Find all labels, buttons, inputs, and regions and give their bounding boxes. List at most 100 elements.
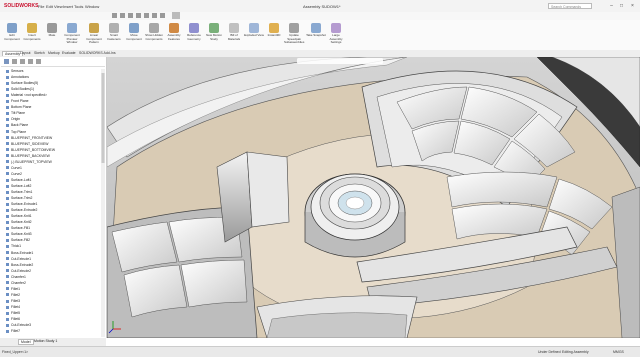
menu-insert[interactable]: Insert <box>63 4 73 9</box>
tree-item[interactable]: Fillet6 <box>6 317 20 321</box>
tree-item-label: Fillet3 <box>11 298 21 303</box>
tab-addins[interactable]: SOLIDWORKS Add-Ins <box>77 51 118 55</box>
status-selection: Fixed_Upper<1> <box>2 350 29 354</box>
feature-icon <box>6 99 9 103</box>
maximize-button[interactable]: □ <box>617 2 626 10</box>
status-bar: Fixed_Upper<1> Under Defined Editing Ass… <box>0 346 640 357</box>
close-button[interactable]: × <box>628 2 637 10</box>
graphics-area[interactable] <box>107 57 640 338</box>
tree-item[interactable]: Surface-Fill1 <box>6 226 30 230</box>
tree-item[interactable]: Solid Bodies(1) <box>6 87 34 91</box>
tree-item[interactable]: Surface-Extrude2 <box>6 208 37 212</box>
tree-item[interactable]: Surface-Loft1 <box>6 178 31 182</box>
tree-item[interactable]: Surface-Knit3 <box>6 232 32 236</box>
tree-toolbar <box>1 58 105 67</box>
instant3d-button[interactable]: Instant3D <box>264 23 284 49</box>
feature-icon <box>6 166 9 170</box>
tree-item[interactable]: Fillet1 <box>6 287 20 291</box>
feature-icon <box>6 124 9 128</box>
tree-item[interactable]: Surface-Knit1 <box>6 214 32 218</box>
tree-item[interactable]: Back Plane <box>6 123 28 127</box>
tree-item[interactable]: Fillet4 <box>6 305 20 309</box>
command-manager-ribbon: Edit Component Insert Components Mate Co… <box>0 20 640 51</box>
tree-item[interactable]: Sensors <box>6 69 23 73</box>
tree-item[interactable]: Cut-Extrude2 <box>6 269 31 273</box>
take-snapshot-button[interactable]: Take Snapshot <box>306 23 326 49</box>
tree-item[interactable]: Material <not specified> <box>6 93 47 97</box>
tree-item[interactable]: Surface-Loft2 <box>6 184 31 188</box>
tree-item[interactable]: Chamfer2 <box>6 281 26 285</box>
edit-component-button[interactable]: Edit Component <box>2 23 22 49</box>
smart-fasteners-button[interactable]: Smart Fasteners <box>104 23 124 49</box>
tree-item[interactable]: Top Plane <box>6 130 26 134</box>
bill-of-materials-button[interactable]: Bill of Materials <box>224 23 244 49</box>
3d-model-view[interactable] <box>107 57 640 338</box>
mate-button[interactable]: Mate <box>42 23 62 49</box>
tree-item[interactable]: Cut-Extrude3 <box>6 323 31 327</box>
menu-edit[interactable]: Edit <box>46 4 53 9</box>
tab-evaluate[interactable]: Evaluate <box>60 51 78 55</box>
tree-item[interactable]: BLUEPRINT_SIDEVIEW <box>6 142 49 146</box>
show-hidden-button[interactable]: Show Hidden Components <box>144 23 164 49</box>
component-preview-button[interactable]: Component Preview Window <box>62 23 82 49</box>
tree-item[interactable]: Boss-Extrude1 <box>6 251 33 255</box>
insert-components-icon <box>27 23 37 33</box>
move-component-button[interactable]: Move Component <box>124 23 144 49</box>
status-units[interactable]: MMGS <box>613 350 624 354</box>
tree-item[interactable]: Surface-Extrude1 <box>6 202 37 206</box>
insert-components-button[interactable]: Insert Components <box>22 23 42 49</box>
configuration-manager-icon <box>20 59 25 64</box>
quick-access-icons[interactable] <box>0 12 640 20</box>
tree-item[interactable]: Surface Bodies(5) <box>6 81 38 85</box>
tree-item[interactable]: Boss-Extrude2 <box>6 263 33 267</box>
tree-item[interactable]: Origin <box>6 117 20 121</box>
minimize-button[interactable]: – <box>607 2 616 10</box>
tree-item[interactable]: Bottom Plane <box>6 105 31 109</box>
tree-item-label: Cut-Extrude3 <box>11 323 31 328</box>
tree-item[interactable]: BLUEPRINT_FRONTVIEW <box>6 136 52 140</box>
new-motion-study-button[interactable]: New Motion Study <box>204 23 224 49</box>
tree-item-label: Fillet4 <box>11 304 21 309</box>
search-input[interactable]: Search Commands <box>548 3 592 9</box>
tab-motion-study[interactable]: Motion Study 1 <box>32 339 59 343</box>
linear-pattern-button[interactable]: Linear Component Pattern <box>84 23 104 49</box>
tree-item[interactable]: BLUEPRINT_BACKVIEW <box>6 154 50 158</box>
tree-item[interactable]: Fillet3 <box>6 299 20 303</box>
pattern-icon <box>89 23 99 33</box>
tree-item[interactable]: (-) BLUEPRINT_TOPVIEW <box>6 160 52 164</box>
tree-item[interactable]: Front Plane <box>6 99 29 103</box>
tree-item[interactable]: Curve1 <box>6 166 22 170</box>
tree-item[interactable]: Curve2 <box>6 172 22 176</box>
mate-icon <box>47 23 57 33</box>
tree-item[interactable]: BLUEPRINT_BOTTOMVIEW <box>6 148 55 152</box>
feature-icon <box>6 214 9 218</box>
tab-sketch[interactable]: Sketch <box>32 51 47 55</box>
assembly-features-button[interactable]: Assembly Features <box>164 23 184 49</box>
tree-item[interactable]: Chamfer1 <box>6 275 26 279</box>
menu-view[interactable]: View <box>54 4 63 9</box>
tree-scrollbar[interactable] <box>101 69 105 337</box>
menu-tools[interactable]: Tools <box>74 4 83 9</box>
tree-item-label: Boss-Extrude2 <box>11 262 34 267</box>
tree-item[interactable]: Surface-Trim1 <box>6 190 32 194</box>
exploded-view-button[interactable]: Exploded View <box>244 23 264 49</box>
tree-item[interactable]: Surface-Fill2 <box>6 238 30 242</box>
feature-icon <box>6 160 9 164</box>
tree-item[interactable]: Surface-Knit2 <box>6 220 32 224</box>
tree-item[interactable]: Cut-Extrude1 <box>6 257 31 261</box>
tab-layout[interactable]: Layout <box>18 51 33 55</box>
tree-item[interactable]: Tilt Plane <box>6 111 25 115</box>
tree-item[interactable]: Thick1 <box>6 244 21 248</box>
tree-item-label: Fillet5 <box>11 311 21 315</box>
reference-geometry-button[interactable]: Reference Geometry <box>184 23 204 49</box>
menu-window[interactable]: Window <box>85 4 99 9</box>
large-assembly-settings-button[interactable]: Large Assembly Settings <box>326 23 346 49</box>
app-logo: SOLIDWORKS <box>4 3 39 9</box>
tree-item[interactable]: Fillet5 <box>6 311 20 315</box>
tree-item[interactable]: Surface-Trim2 <box>6 196 32 200</box>
tree-item[interactable]: Annotations <box>6 75 29 79</box>
menu-file[interactable]: File <box>38 4 44 9</box>
tree-item[interactable]: Fillet2 <box>6 293 20 297</box>
tree-item[interactable]: Fillet7 <box>6 329 20 333</box>
update-speedpak-button[interactable]: Update Speedpak Subassemblies <box>284 23 304 49</box>
